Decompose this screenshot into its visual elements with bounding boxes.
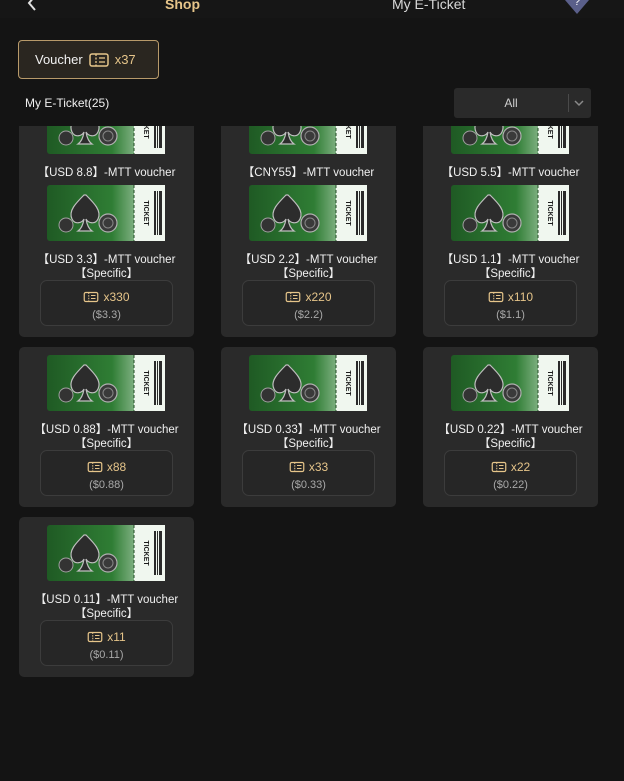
- svg-text:TICKET: TICKET: [344, 126, 351, 139]
- price-count: x11: [41, 630, 172, 644]
- voucher-card[interactable]: TICKET 【USD 0.33】-MTT voucher 【Specific】…: [221, 347, 396, 507]
- redeem-price-button[interactable]: x330 ($3.3): [40, 280, 173, 326]
- svg-text:?: ?: [574, 0, 580, 8]
- svg-text:TICKET: TICKET: [142, 540, 149, 566]
- redeem-price-button[interactable]: x33 ($0.33): [242, 450, 375, 496]
- svg-text:TICKET: TICKET: [546, 126, 553, 139]
- top-bar: Shop My E-Ticket ?: [0, 0, 624, 18]
- svg-text:TICKET: TICKET: [546, 370, 553, 396]
- question-icon[interactable]: ?: [565, 0, 589, 14]
- voucher-name: 【USD 2.2】-MTT voucher 【Specific】: [239, 254, 378, 280]
- price-count-text: x88: [106, 460, 127, 474]
- voucher-card[interactable]: TICKET 【USD 2.2】-MTT voucher 【Specific】 …: [221, 177, 396, 337]
- ticket-icon: [488, 291, 504, 303]
- svg-text:TICKET: TICKET: [546, 200, 553, 226]
- svg-text:TICKET: TICKET: [142, 370, 149, 396]
- price-count-text: x11: [107, 630, 126, 644]
- voucher-card[interactable]: TICKET 【USD 0.88】-MTT voucher 【Specific】…: [19, 347, 194, 507]
- price-count-text: x110: [507, 290, 534, 304]
- voucher-name: 【USD 0.11】-MTT voucher 【Specific】: [34, 594, 179, 620]
- voucher-card[interactable]: TICKET 【USD 1.1】-MTT voucher 【Specific】 …: [423, 177, 598, 337]
- mtt-ticket-icon: TICKET: [249, 185, 367, 241]
- price-fiat: ($0.11): [89, 649, 124, 661]
- mtt-ticket-icon: TICKET: [47, 355, 165, 411]
- price-fiat: ($2.2): [294, 309, 323, 321]
- redeem-price-button[interactable]: x110 ($1.1): [444, 280, 577, 326]
- voucher-card[interactable]: TICKET 【USD 0.22】-MTT voucher 【Specific】…: [423, 347, 598, 507]
- mtt-ticket-icon: TICKET: [47, 126, 165, 154]
- price-fiat: ($0.22): [493, 479, 528, 491]
- voucher-grid: TICKET 【USD 8.8】-MTT voucher 【Specific】 …: [0, 126, 624, 781]
- price-count-text: x220: [305, 290, 332, 304]
- ticket-icon: [88, 52, 109, 67]
- voucher-card[interactable]: TICKET 【USD 0.11】-MTT voucher 【Specific】…: [19, 517, 194, 677]
- mtt-ticket-icon: TICKET: [47, 185, 165, 241]
- chevron-down-icon: [574, 100, 584, 107]
- voucher-count: x37: [114, 52, 136, 67]
- price-count: x220: [243, 290, 374, 304]
- ticket-icon: [87, 461, 103, 473]
- price-fiat: ($0.33): [291, 479, 326, 491]
- mtt-ticket-icon: TICKET: [47, 525, 165, 581]
- voucher-name: 【USD 3.3】-MTT voucher 【Specific】: [37, 254, 176, 280]
- voucher-label: Voucher: [35, 52, 83, 67]
- price-count: x330: [41, 290, 172, 304]
- svg-text:TICKET: TICKET: [142, 126, 149, 139]
- price-fiat: ($3.3): [92, 309, 121, 321]
- mtt-ticket-icon: TICKET: [451, 355, 569, 411]
- ticket-icon: [491, 461, 507, 473]
- price-count: x88: [41, 460, 172, 474]
- mtt-ticket-icon: TICKET: [249, 126, 367, 154]
- redeem-price-button[interactable]: x22 ($0.22): [444, 450, 577, 496]
- voucher-card[interactable]: TICKET 【USD 3.3】-MTT voucher 【Specific】 …: [19, 177, 194, 337]
- price-count-text: x330: [103, 290, 130, 304]
- price-count: x22: [445, 460, 576, 474]
- ticket-icon: [286, 291, 301, 303]
- redeem-price-button[interactable]: x11 ($0.11): [40, 620, 173, 666]
- filter-dropdown[interactable]: All: [454, 88, 591, 118]
- tab-my-eticket[interactable]: My E-Ticket: [392, 0, 465, 12]
- price-fiat: ($0.88): [89, 479, 124, 491]
- voucher-name: 【USD 1.1】-MTT voucher 【Specific】: [441, 254, 580, 280]
- mtt-ticket-icon: TICKET: [249, 355, 367, 411]
- section-title: My E-Ticket(25): [25, 96, 110, 110]
- price-fiat: ($1.1): [496, 309, 525, 321]
- svg-text:TICKET: TICKET: [344, 200, 351, 226]
- voucher-button[interactable]: Voucher x37: [18, 40, 159, 79]
- price-count: x110: [445, 290, 576, 304]
- svg-text:TICKET: TICKET: [344, 370, 351, 396]
- ticket-icon: [87, 631, 103, 643]
- filter-value: All: [504, 96, 518, 110]
- voucher-name: 【USD 0.33】-MTT voucher 【Specific】: [236, 424, 381, 450]
- ticket-icon: [84, 291, 99, 303]
- svg-text:TICKET: TICKET: [142, 200, 149, 226]
- redeem-price-button[interactable]: x88 ($0.88): [40, 450, 173, 496]
- tab-shop[interactable]: Shop: [165, 0, 200, 12]
- back-arrow-icon[interactable]: [24, 0, 42, 12]
- ticket-icon: [289, 461, 305, 473]
- price-count-text: x33: [308, 460, 329, 474]
- dropdown-divider: [568, 94, 569, 112]
- mtt-ticket-icon: TICKET: [451, 126, 569, 154]
- voucher-name: 【USD 0.88】-MTT voucher 【Specific】: [34, 424, 179, 450]
- voucher-name: 【USD 0.22】-MTT voucher 【Specific】: [438, 424, 583, 450]
- price-count-text: x22: [510, 460, 531, 474]
- filter-row: My E-Ticket(25) All: [0, 88, 624, 118]
- mtt-ticket-icon: TICKET: [451, 185, 569, 241]
- price-count: x33: [243, 460, 374, 474]
- redeem-price-button[interactable]: x220 ($2.2): [242, 280, 375, 326]
